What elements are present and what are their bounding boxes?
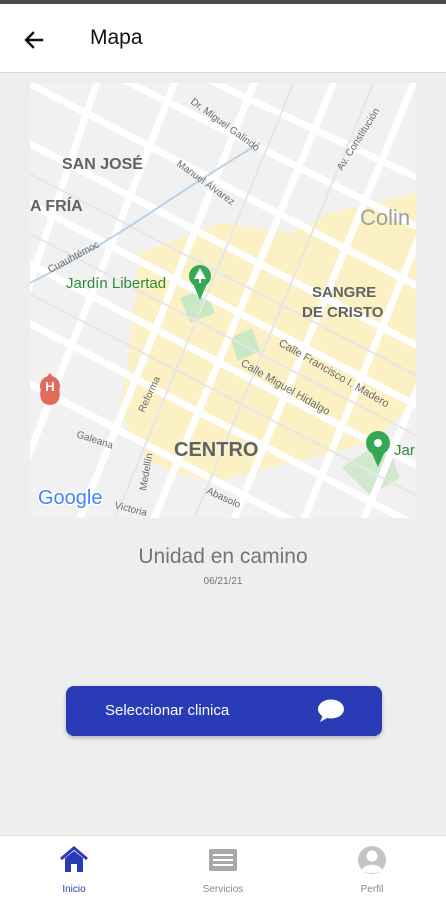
map-label-de-cristo: DE CRISTO [302,304,384,321]
map-label-colin: Colin [360,205,410,230]
map-label-sangre: SANGRE [312,284,376,301]
arrow-left-icon [24,31,44,49]
status-text: Unidad en camino [138,545,308,568]
map-label-centro: CENTRO [174,439,258,461]
nav-label-perfil: Perfil [360,884,384,895]
nav-item-perfil[interactable]: Perfil [298,836,446,901]
map-label-san-jose: SAN JOSÉ [62,154,143,173]
chat-bubble-icon [318,699,344,722]
page-title: Mapa [90,26,143,49]
nav-item-inicio[interactable]: Inicio [0,836,148,901]
back-button[interactable] [14,20,54,60]
google-logo: Google [37,486,105,511]
map-label-jardin-libertad: Jardín Libertad [66,275,166,292]
list-icon [209,849,237,871]
map-label-jar: Jar [394,442,415,459]
svg-text:H: H [45,379,54,394]
main-content: H SAN JOSÉ A FRÍA Colin Jardín Libertad [0,73,446,835]
map-label-a-fria: A FRÍA [30,196,83,215]
select-clinic-button[interactable]: Seleccionar clinica [66,686,382,736]
app-bar: Mapa [0,4,446,73]
user-icon [358,846,386,874]
home-icon [60,846,88,872]
nav-item-servicios[interactable]: Servicios [149,836,297,901]
nav-label-servicios: Servicios [202,884,244,895]
svg-text:Google: Google [38,487,103,509]
status-date: 06/21/21 [203,576,243,587]
map-view[interactable]: H SAN JOSÉ A FRÍA Colin Jardín Libertad [30,83,416,518]
nav-label-inicio: Inicio [62,884,86,895]
select-clinic-label: Seleccionar clinica [105,702,230,719]
map-canvas[interactable]: H SAN JOSÉ A FRÍA Colin Jardín Libertad [30,83,416,518]
bottom-navigation: Inicio Servicios Perfil [0,835,446,901]
